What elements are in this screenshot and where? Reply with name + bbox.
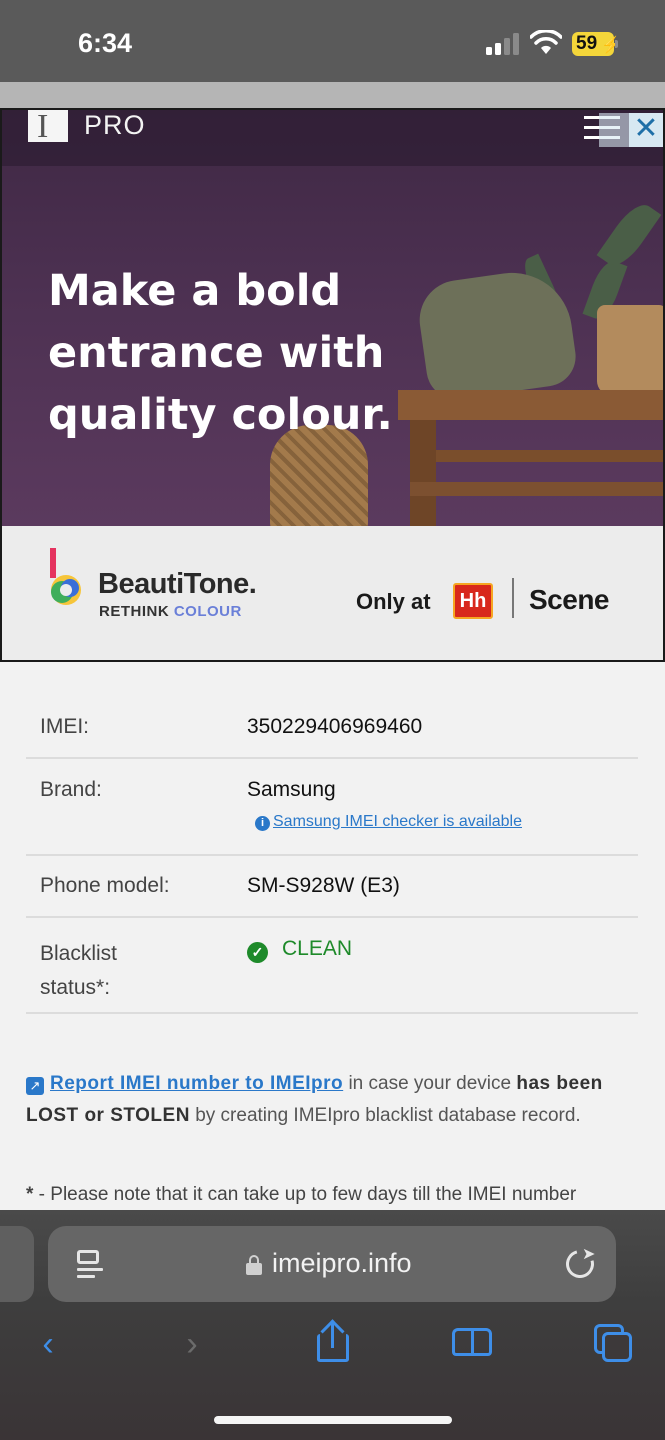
back-icon[interactable]: ‹ [26, 1322, 70, 1366]
ad-topbar: I PRO [2, 110, 663, 166]
check-circle-icon: ✓ [247, 942, 268, 963]
adchoices-icon[interactable] [599, 113, 629, 147]
external-link-icon: ↗ [26, 1077, 44, 1095]
small-basket-image [597, 305, 663, 395]
report-imei-link[interactable]: Report IMEI number to IMEIpro [50, 1073, 343, 1094]
imei-info-table: IMEI: 350229406969460 Brand: Samsung i Sa… [26, 694, 638, 1014]
home-hardware-logo: Hh [453, 583, 493, 619]
status-bar: 6:34 59 ⚡ [0, 0, 665, 82]
battery-charging-icon: 59 ⚡ [572, 32, 621, 56]
previous-tab-peek[interactable] [0, 1226, 34, 1302]
table-row-brand: Brand: Samsung [26, 759, 638, 856]
forward-icon[interactable]: › [170, 1322, 214, 1366]
report-paragraph: ↗ Report IMEI number to IMEIpro in case y… [26, 1073, 603, 1126]
reload-arrow-icon: ➤ [582, 1246, 596, 1263]
info-icon: i [255, 816, 270, 831]
lock-icon [246, 1255, 262, 1275]
blacklist-status: ✓ CLEAN [247, 937, 352, 963]
imeipro-logo: I [28, 110, 68, 145]
advertiser-name: BeautiTone. [98, 568, 257, 600]
url-text[interactable]: imeipro.info [272, 1248, 412, 1279]
advertiser-tagline: RETHINK COLOUR [99, 603, 242, 620]
scene-logo: Scene [529, 584, 610, 615]
signal-icon [486, 33, 520, 55]
leaf-icon [596, 197, 662, 273]
samsung-checker-link[interactable]: i Samsung IMEI checker is available [255, 813, 522, 831]
battery-level: 59 [576, 33, 598, 54]
beautitone-logo-icon [50, 548, 81, 605]
ad-footer: BeautiTone. RETHINK COLOUR Only at Hh Sc… [2, 526, 663, 660]
table-row-imei: IMEI: 350229406969460 [26, 694, 638, 759]
reader-icon[interactable] [77, 1250, 103, 1280]
ad-divider [512, 578, 514, 618]
ad-close-icon[interactable]: ✕ [629, 113, 663, 147]
imeipro-logo-text: PRO [84, 110, 146, 140]
ad-banner[interactable]: I PRO ✕ Make a bold entrance with qualit… [0, 108, 665, 662]
wifi-icon [530, 30, 562, 54]
note-text: * - Please note that it can take up to f… [26, 1184, 577, 1205]
table-row-model: Phone model: SM-S928W (E3) [26, 856, 638, 918]
status-time: 6:34 [78, 28, 133, 58]
address-bar[interactable]: imeipro.info ➤ [48, 1226, 616, 1302]
tabs-icon[interactable] [594, 1324, 634, 1364]
table-row-blacklist: Blacklist status*: ✓ CLEAN [26, 918, 638, 1014]
only-at-text: Only at [356, 589, 431, 614]
bookmarks-icon[interactable] [452, 1326, 494, 1360]
page-top-strip [0, 82, 665, 108]
ad-headline: Make a bold entrance with quality colour… [48, 266, 393, 440]
home-indicator[interactable] [214, 1416, 452, 1424]
share-icon[interactable] [316, 1319, 350, 1364]
